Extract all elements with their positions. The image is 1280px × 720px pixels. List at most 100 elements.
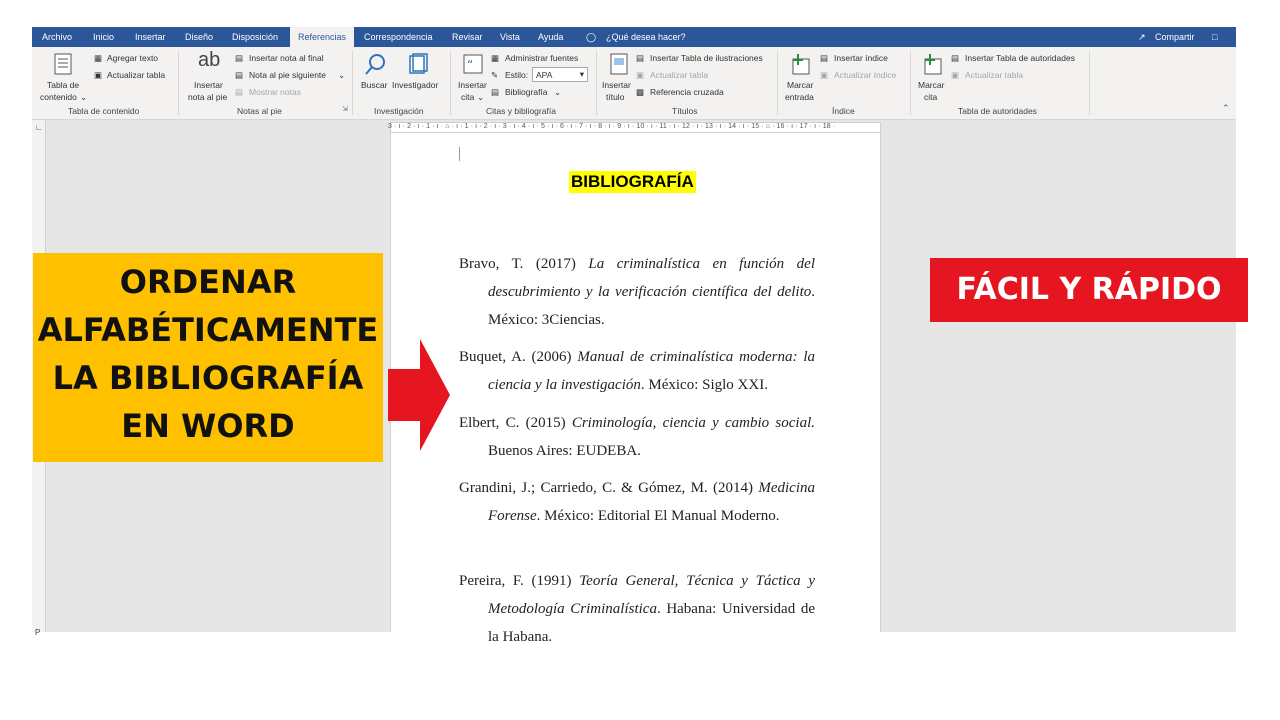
tab-referencias[interactable]: Referencias <box>290 27 355 47</box>
bibliography-entry: Elbert, C. (2015) Criminología, ciencia … <box>459 415 815 459</box>
tab-insertar[interactable]: Insertar <box>135 27 166 47</box>
insert-caption-line1[interactable]: Insertar <box>602 80 631 90</box>
tab-revisar[interactable]: Revisar <box>452 27 483 47</box>
update-table-icon: ▣ <box>636 70 645 80</box>
mark-entry-icon <box>792 54 810 75</box>
group-label-index: Índice <box>832 106 855 116</box>
collapse-ribbon-icon[interactable]: ⌃ <box>1222 103 1230 114</box>
ruler-marker-icon: P <box>35 628 41 637</box>
insert-citation-line1[interactable]: Insertar <box>458 80 487 90</box>
lightbulb-icon: ◯ <box>586 32 597 42</box>
search-button[interactable]: Buscar <box>361 80 387 90</box>
insert-footnote-line1[interactable]: Insertar <box>194 80 223 90</box>
chevron-down-icon: ▾ <box>579 69 584 79</box>
group-label-research: Investigación <box>374 106 424 116</box>
ribbon-tab-bar: Archivo Inicio Insertar Diseño Disposici… <box>32 27 1236 47</box>
insert-caption-icon <box>610 53 628 75</box>
insert-citation-line2[interactable]: cita <box>461 92 474 102</box>
bibliography-button[interactable]: Bibliografía <box>505 87 548 97</box>
group-label-toc: Tabla de contenido <box>68 106 140 116</box>
show-notes-icon: ▤ <box>235 87 244 97</box>
tab-diseno[interactable]: Diseño <box>185 27 213 47</box>
title-banner-line: LA BIBLIOGRAFÍA <box>52 359 364 397</box>
chevron-down-icon: ⌄ <box>80 92 88 102</box>
insert-table-of-figures-button[interactable]: Insertar Tabla de ilustraciones <box>650 53 763 63</box>
ruler-ticks: 3 · ı · 2 · ı · 1 · ı · ⌂ · ı · 1 · ı · … <box>388 123 836 130</box>
group-label-authorities: Tabla de autoridades <box>958 106 1037 116</box>
researcher-button[interactable]: Investigador <box>392 80 438 90</box>
tell-me-search[interactable]: ¿Qué desea hacer? <box>606 27 686 47</box>
mark-entry-line2[interactable]: entrada <box>785 92 814 102</box>
group-divider <box>178 51 179 115</box>
group-label-captions: Títulos <box>672 106 698 116</box>
chevron-down-icon: ⌄ <box>554 87 562 97</box>
comments-icon[interactable]: □ <box>1212 27 1217 47</box>
next-footnote-icon: ▤ <box>235 70 244 80</box>
update-figures-table-button[interactable]: Actualizar tabla <box>650 70 708 80</box>
document-page[interactable]: BIBLIOGRAFÍA Bravo, T. (2017) La crimina… <box>390 133 881 645</box>
table-of-authorities-icon: ▤ <box>951 53 960 63</box>
toc-button-line1[interactable]: Tabla de <box>47 80 79 90</box>
insert-index-button[interactable]: Insertar índice <box>834 53 888 63</box>
cross-reference-icon: ▩ <box>636 87 645 97</box>
tab-selector-icon[interactable]: ∟ <box>35 123 43 132</box>
search-icon <box>365 54 385 75</box>
chevron-down-icon: ⌄ <box>477 92 485 102</box>
bibliography-heading: BIBLIOGRAFÍA <box>569 171 696 193</box>
group-divider <box>1089 51 1090 115</box>
tab-archivo[interactable]: Archivo <box>42 27 72 47</box>
dialog-launcher-icon[interactable]: ⇲ <box>342 105 348 113</box>
share-button[interactable]: Compartir <box>1155 27 1195 47</box>
tab-disposicion[interactable]: Disposición <box>232 27 278 47</box>
toc-button-line2[interactable]: contenido <box>40 92 77 102</box>
svg-text:“: “ <box>467 58 473 72</box>
ribbon: Tabla de contenido ⌄ ▦ Agregar texto ▣ A… <box>32 47 1236 120</box>
insert-endnote-button[interactable]: Insertar nota al final <box>249 53 324 63</box>
show-notes-button[interactable]: Mostrar notas <box>249 87 301 97</box>
title-banner-line: EN WORD <box>121 407 295 445</box>
group-label-citations: Citas y bibliografía <box>486 106 556 116</box>
update-table-icon: ▣ <box>951 70 960 80</box>
tab-correspondencia[interactable]: Correspondencia <box>364 27 433 47</box>
next-footnote-button[interactable]: Nota al pie siguiente <box>249 70 326 80</box>
horizontal-ruler[interactable]: 3 · ı · 2 · ı · 1 · ı · ⌂ · ı · 1 · ı · … <box>388 122 881 133</box>
update-index-button[interactable]: Actualizar índice <box>834 70 896 80</box>
table-of-figures-icon: ▤ <box>636 53 645 63</box>
manage-sources-button[interactable]: Administrar fuentes <box>505 53 578 63</box>
group-divider <box>352 51 353 115</box>
tab-vista[interactable]: Vista <box>500 27 520 47</box>
title-banner-line: ORDENAR <box>119 263 297 301</box>
insert-table-of-authorities-button[interactable]: Insertar Tabla de autoridades <box>965 53 1075 63</box>
endnote-icon: ▤ <box>235 53 244 63</box>
insert-footnote-icon: ab <box>198 49 221 71</box>
insert-footnote-line2[interactable]: nota al pie <box>188 92 227 102</box>
update-table-button[interactable]: Actualizar tabla <box>107 70 165 80</box>
update-authorities-table-button[interactable]: Actualizar tabla <box>965 70 1023 80</box>
style-select-value: APA <box>536 70 553 80</box>
update-table-icon: ▣ <box>94 70 103 80</box>
style-select[interactable]: APA ▾ <box>532 67 588 82</box>
chevron-down-icon: ⌄ <box>338 70 346 80</box>
share-icon: ↗ <box>1138 32 1146 42</box>
mark-entry-line1[interactable]: Marcar <box>787 80 813 90</box>
title-banner-line: ALFABÉTICAMENTE <box>37 311 379 349</box>
bibliography-entry: Grandini, J.; Carriedo, C. & Gómez, M. (… <box>459 480 815 524</box>
group-divider <box>450 51 451 115</box>
bibliography-entry: Bravo, T. (2017) La criminalística en fu… <box>459 256 815 328</box>
table-of-contents-icon <box>54 53 72 75</box>
tab-ayuda[interactable]: Ayuda <box>538 27 563 47</box>
update-index-icon: ▣ <box>820 70 829 80</box>
add-text-icon: ▦ <box>94 53 103 63</box>
mark-citation-icon <box>924 54 942 75</box>
researcher-icon <box>409 53 428 74</box>
mark-citation-line2[interactable]: cita <box>924 92 937 102</box>
easy-fast-banner: FÁCIL Y RÁPIDO <box>930 258 1248 322</box>
group-divider <box>596 51 597 115</box>
manage-sources-icon: ▦ <box>491 53 500 63</box>
add-text-button[interactable]: Agregar texto <box>107 53 158 63</box>
insert-caption-line2[interactable]: título <box>606 92 624 102</box>
tab-inicio[interactable]: Inicio <box>93 27 114 47</box>
cross-reference-button[interactable]: Referencia cruzada <box>650 87 724 97</box>
mark-citation-line1[interactable]: Marcar <box>918 80 944 90</box>
title-banner: ORDENAR ALFABÉTICAMENTE LA BIBLIOGRAFÍA … <box>33 253 383 462</box>
